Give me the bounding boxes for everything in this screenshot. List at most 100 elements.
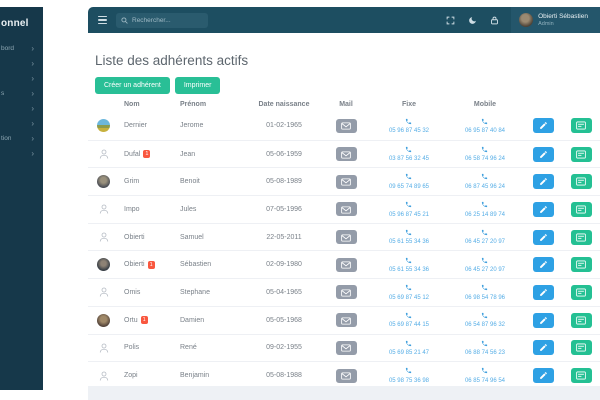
edit-member-button[interactable] <box>533 230 554 245</box>
fixe-phone-link[interactable]: 05 61 55 34 36 <box>389 229 429 246</box>
search-placeholder: Rechercher... <box>132 17 171 24</box>
mobile-phone-link[interactable]: 06 58 74 96 24 <box>465 146 505 163</box>
lock-icon[interactable] <box>489 15 499 25</box>
fixe-phone-link[interactable]: 05 61 55 34 36 <box>389 257 429 274</box>
fixe-phone-link[interactable]: 05 96 87 45 32 <box>389 118 429 135</box>
edit-member-button[interactable] <box>533 313 554 328</box>
action-buttons: Créer un adhérent Imprimer <box>95 77 600 94</box>
fullscreen-icon[interactable] <box>445 15 455 25</box>
pencil-icon <box>539 174 548 189</box>
member-card-button[interactable] <box>571 174 592 189</box>
sidebar-item-4[interactable]: › <box>0 101 43 116</box>
send-mail-button[interactable] <box>336 202 357 216</box>
phone-icon <box>405 257 412 266</box>
send-mail-button[interactable] <box>336 341 357 355</box>
send-mail-button[interactable] <box>336 313 357 327</box>
mobile-phone-link[interactable]: 06 45 27 20 97 <box>465 229 505 246</box>
person-icon <box>97 369 110 382</box>
sidebar-item-1[interactable]: › <box>0 56 43 71</box>
send-mail-button[interactable] <box>336 119 357 133</box>
card-icon <box>576 202 586 217</box>
footer-strip <box>88 386 600 400</box>
member-mobile: 06 98 54 78 96 <box>465 295 505 301</box>
navbar-right: Obierti Sébastien Admin <box>445 7 600 33</box>
envelope-icon <box>341 202 351 217</box>
mobile-phone-link[interactable]: 06 95 87 40 84 <box>465 118 505 135</box>
member-avatar <box>97 314 110 327</box>
send-mail-button[interactable] <box>336 258 357 272</box>
sidebar-item-6[interactable]: tion› <box>0 131 43 146</box>
table-row: Obierti 1 Sébastien 02-09-1980 05 61 55 … <box>88 250 600 278</box>
member-card-button[interactable] <box>571 202 592 217</box>
fixe-phone-link[interactable]: 05 69 87 45 12 <box>389 284 429 301</box>
member-card-button[interactable] <box>571 118 592 133</box>
pencil-icon <box>539 368 548 383</box>
edit-member-button[interactable] <box>533 174 554 189</box>
edit-member-button[interactable] <box>533 368 554 383</box>
fixe-phone-link[interactable]: 05 96 87 45 21 <box>389 201 429 218</box>
edit-member-button[interactable] <box>533 340 554 355</box>
envelope-icon <box>341 118 351 133</box>
phone-icon <box>481 284 488 293</box>
mobile-phone-link[interactable]: 06 87 45 96 24 <box>465 173 505 190</box>
send-mail-button[interactable] <box>336 369 357 383</box>
user-menu[interactable]: Obierti Sébastien Admin <box>511 7 600 33</box>
fixe-phone-link[interactable]: 03 87 56 32 45 <box>389 146 429 163</box>
member-nom: Polis <box>124 344 139 351</box>
mobile-phone-link[interactable]: 06 98 54 78 96 <box>465 284 505 301</box>
send-mail-button[interactable] <box>336 147 357 161</box>
create-member-button[interactable]: Créer un adhérent <box>95 77 170 94</box>
member-prenom: Jean <box>174 151 248 158</box>
edit-member-button[interactable] <box>533 202 554 217</box>
mobile-phone-link[interactable]: 06 54 87 96 32 <box>465 312 505 329</box>
mobile-phone-link[interactable]: 06 88 74 56 23 <box>465 340 505 357</box>
mobile-phone-link[interactable]: 06 45 27 20 97 <box>465 257 505 274</box>
send-mail-button[interactable] <box>336 175 357 189</box>
table-row: Dufal 1 Jean 05-06-1959 03 87 56 32 45 <box>88 140 600 168</box>
member-card-button[interactable] <box>571 147 592 162</box>
sidebar-item-2[interactable]: › <box>0 71 43 86</box>
pencil-icon <box>539 147 548 162</box>
fixe-phone-link[interactable]: 09 65 74 89 65 <box>389 173 429 190</box>
fixe-phone-link[interactable]: 05 69 85 21 47 <box>389 340 429 357</box>
member-fixe: 05 69 85 21 47 <box>389 350 429 356</box>
edit-member-button[interactable] <box>533 147 554 162</box>
envelope-icon <box>341 230 351 245</box>
fixe-phone-link[interactable]: 05 98 75 36 98 <box>389 367 429 384</box>
sidebar-item-7[interactable]: › <box>0 146 43 161</box>
sidebar-item-5[interactable]: › <box>0 116 43 131</box>
edit-member-button[interactable] <box>533 285 554 300</box>
table-row: Grim Benoit 05-08-1989 09 65 74 89 65 <box>88 167 600 195</box>
member-mobile: 06 85 74 96 54 <box>465 378 505 384</box>
send-mail-button[interactable] <box>336 285 357 299</box>
phone-icon <box>405 312 412 321</box>
header-date-naissance: Date naissance <box>248 101 320 108</box>
hamburger-icon[interactable] <box>98 16 107 24</box>
send-mail-button[interactable] <box>336 230 357 244</box>
edit-member-button[interactable] <box>533 257 554 272</box>
search-input[interactable]: Rechercher... <box>116 13 208 28</box>
member-card-button[interactable] <box>571 313 592 328</box>
member-card-button[interactable] <box>571 285 592 300</box>
card-icon <box>576 285 586 300</box>
table-row: Obierti Samuel 22-05-2011 05 61 55 34 36 <box>88 223 600 251</box>
member-nom: Ortu <box>124 317 138 324</box>
member-card-button[interactable] <box>571 257 592 272</box>
member-mobile: 06 45 27 20 97 <box>465 239 505 245</box>
fixe-phone-link[interactable]: 05 69 87 44 15 <box>389 312 429 329</box>
print-button[interactable]: Imprimer <box>175 77 221 94</box>
sidebar-item-3[interactable]: s› <box>0 86 43 101</box>
mobile-phone-link[interactable]: 06 25 14 89 74 <box>465 201 505 218</box>
pencil-icon <box>539 257 548 272</box>
moon-icon[interactable] <box>467 15 477 25</box>
phone-icon <box>481 257 488 266</box>
mobile-phone-link[interactable]: 06 85 74 96 54 <box>465 367 505 384</box>
member-date-naissance: 07-05-1996 <box>248 206 320 213</box>
member-fixe: 05 98 75 36 98 <box>389 378 429 384</box>
phone-icon <box>405 340 412 349</box>
member-card-button[interactable] <box>571 368 592 383</box>
edit-member-button[interactable] <box>533 118 554 133</box>
sidebar-item-0[interactable]: bord› <box>0 41 43 56</box>
member-card-button[interactable] <box>571 230 592 245</box>
member-card-button[interactable] <box>571 340 592 355</box>
